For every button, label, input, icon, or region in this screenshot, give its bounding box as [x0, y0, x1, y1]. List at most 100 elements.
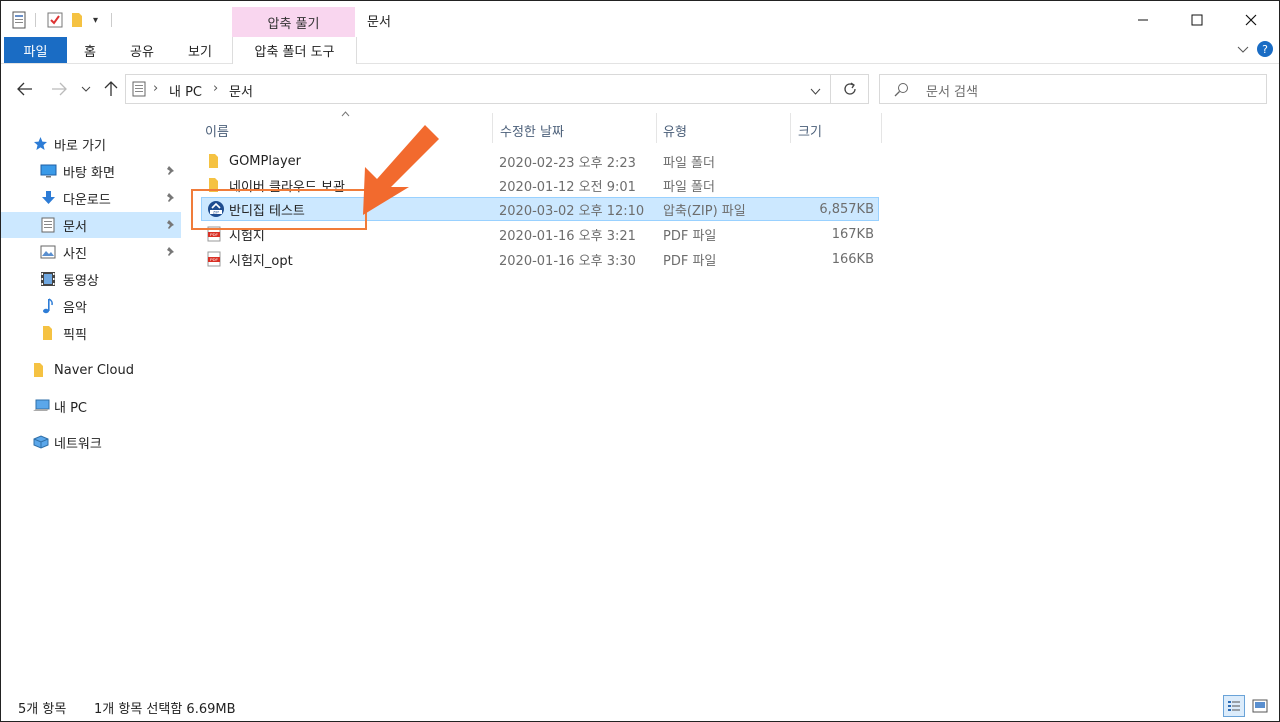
- close-button[interactable]: [1228, 7, 1274, 33]
- sidebar-item-naver-cloud[interactable]: Naver Cloud: [1, 357, 181, 383]
- sidebar-item-this-pc[interactable]: 내 PC: [1, 393, 181, 419]
- sidebar-item-music[interactable]: 음악: [1, 293, 181, 319]
- customize-toolbar-icon[interactable]: ▾: [93, 11, 98, 29]
- sidebar-item-label: 바탕 화면: [63, 165, 115, 181]
- sidebar-item-documents[interactable]: 문서: [1, 212, 181, 238]
- tab-share[interactable]: 공유: [119, 37, 165, 63]
- folder-icon: [208, 149, 219, 173]
- file-size: 6,857KB: [819, 201, 874, 217]
- new-folder-icon[interactable]: [71, 11, 83, 29]
- computer-icon: [32, 399, 50, 417]
- file-type: 파일 폴더: [663, 179, 715, 195]
- music-icon: [42, 298, 54, 318]
- file-date: 2020-01-12 오전 9:01: [499, 179, 636, 195]
- star-icon: [33, 136, 48, 155]
- sidebar-item-label: 네트워크: [54, 436, 102, 452]
- file-date: 2020-02-23 오후 2:23: [499, 155, 636, 171]
- file-date: 2020-01-16 오후 3:30: [499, 253, 636, 269]
- pin-icon[interactable]: [165, 219, 177, 231]
- file-type: PDF 파일: [663, 253, 717, 269]
- svg-text:PDF: PDF: [210, 257, 219, 262]
- videos-icon: [40, 271, 56, 291]
- file-size: 166KB: [831, 251, 874, 267]
- large-icons-view-button[interactable]: [1249, 695, 1271, 717]
- sidebar-item-label: 내 PC: [54, 400, 88, 416]
- sidebar-item-desktop[interactable]: 바탕 화면: [1, 158, 181, 184]
- breadcrumb-documents[interactable]: 문서: [229, 81, 253, 100]
- sidebar-item-label: 바로 가기: [54, 138, 106, 154]
- address-bar[interactable]: › 내 PC › 문서: [125, 74, 831, 104]
- file-name: 시험지_opt: [229, 253, 293, 269]
- column-header-date[interactable]: 수정한 날짜: [500, 118, 564, 142]
- highlight-box: [191, 189, 367, 230]
- pictures-icon: [40, 245, 56, 263]
- sidebar-item-pictures[interactable]: 사진: [1, 239, 181, 265]
- sidebar-item-label: 사진: [63, 246, 87, 262]
- folder-icon: [42, 325, 53, 345]
- breadcrumb-this-pc[interactable]: 내 PC: [169, 81, 202, 100]
- forward-button[interactable]: [48, 78, 70, 100]
- search-box[interactable]: 문서 검색: [879, 74, 1267, 104]
- sidebar-item-label: 문서: [63, 219, 87, 235]
- maximize-button[interactable]: [1174, 7, 1220, 33]
- column-header-type[interactable]: 유형: [663, 118, 687, 142]
- up-button[interactable]: [100, 78, 122, 100]
- column-header-name[interactable]: 이름: [205, 118, 229, 142]
- address-dropdown-icon[interactable]: [810, 85, 821, 100]
- sidebar-item-pickpick[interactable]: 픽픽: [1, 320, 181, 346]
- svg-text:PDF: PDF: [210, 232, 219, 237]
- details-view-button[interactable]: [1223, 695, 1245, 717]
- pin-icon[interactable]: [165, 246, 177, 258]
- file-type: PDF 파일: [663, 228, 717, 244]
- help-icon[interactable]: ?: [1257, 41, 1273, 57]
- sidebar-quick-access[interactable]: 바로 가기: [1, 131, 181, 157]
- file-type: 압축(ZIP) 파일: [663, 203, 746, 219]
- sort-ascending-icon: [341, 109, 350, 120]
- file-size: 167KB: [831, 226, 874, 242]
- expand-ribbon-icon[interactable]: [1237, 43, 1249, 59]
- refresh-button[interactable]: [831, 74, 869, 104]
- network-icon: [32, 434, 50, 454]
- pin-icon[interactable]: [165, 165, 177, 177]
- tab-view[interactable]: 보기: [177, 37, 223, 63]
- breadcrumb-separator-icon[interactable]: ›: [213, 81, 218, 96]
- minimize-button[interactable]: [1120, 7, 1166, 33]
- sidebar-item-label: 다운로드: [63, 192, 111, 208]
- title-bar: ▾ 압축 풀기 문서: [1, 1, 1279, 37]
- column-header-size[interactable]: 크기: [798, 118, 822, 142]
- search-placeholder[interactable]: 문서 검색: [926, 81, 978, 100]
- sidebar-item-label: Naver Cloud: [54, 362, 134, 378]
- folder-icon: [33, 362, 44, 382]
- file-name: GOMPlayer: [229, 153, 301, 169]
- breadcrumb-separator-icon[interactable]: ›: [153, 81, 158, 96]
- file-row[interactable]: PDF 시험지_opt 2020-01-16 오후 3:30 PDF 파일 16…: [201, 247, 879, 271]
- sidebar-item-label: 음악: [63, 300, 87, 316]
- documents-icon: [41, 217, 55, 237]
- window-title: 문서: [367, 15, 391, 30]
- search-icon: [894, 82, 909, 101]
- sidebar-item-network[interactable]: 네트워크: [1, 429, 181, 455]
- desktop-icon: [40, 164, 57, 182]
- status-selection: 1개 항목 선택함 6.69MB: [94, 702, 236, 717]
- sidebar-item-label: 픽픽: [63, 327, 87, 343]
- checkmark-icon[interactable]: [47, 11, 63, 29]
- context-tab-group: 압축 풀기: [232, 7, 355, 37]
- pin-icon[interactable]: [165, 192, 177, 204]
- ribbon-tabs: 파일 홈 공유 보기 압축 폴더 도구 ?: [1, 37, 1279, 64]
- sidebar-item-label: 동영상: [63, 273, 99, 289]
- pdf-icon: PDF: [207, 247, 221, 271]
- back-button[interactable]: [14, 78, 36, 100]
- properties-icon[interactable]: [11, 11, 27, 29]
- explorer-window: ▾ 압축 풀기 문서 파일 홈 공유 보기 압축 폴더 도구 ? › 내 PC …: [0, 0, 1280, 722]
- arrow-annotation-icon: [363, 125, 439, 215]
- sidebar-item-videos[interactable]: 동영상: [1, 266, 181, 292]
- status-item-count: 5개 항목: [18, 702, 67, 717]
- documents-icon: [132, 81, 146, 101]
- file-date: 2020-03-02 오후 12:10: [499, 203, 645, 219]
- sidebar-item-downloads[interactable]: 다운로드: [1, 185, 181, 211]
- tab-compressed-folder-tools[interactable]: 압축 폴더 도구: [232, 37, 357, 64]
- tab-home[interactable]: 홈: [73, 37, 107, 63]
- tab-file[interactable]: 파일: [4, 37, 67, 63]
- file-row[interactable]: GOMPlayer 2020-02-23 오후 2:23 파일 폴더: [201, 149, 879, 173]
- recent-locations-button[interactable]: [77, 78, 95, 100]
